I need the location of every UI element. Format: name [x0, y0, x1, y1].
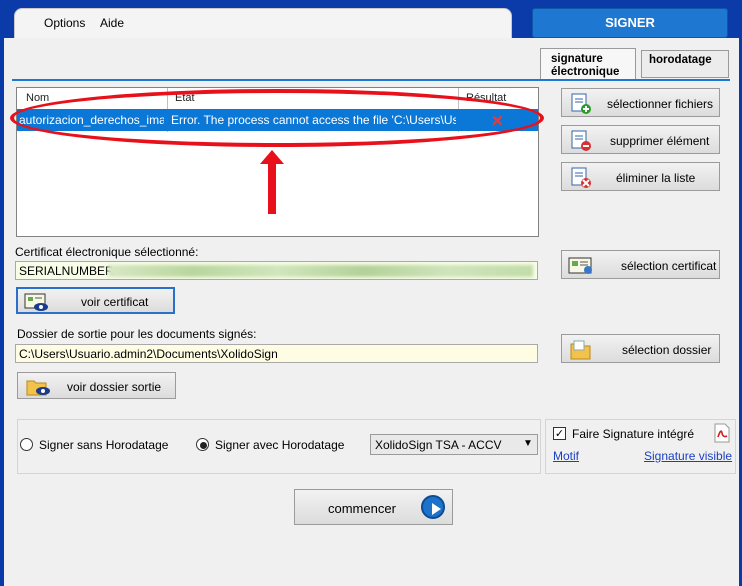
view-certificate-label: voir certificat: [81, 295, 149, 309]
clear-list-label: éliminer la liste: [616, 171, 696, 185]
view-output-folder-label: voir dossier sortie: [67, 380, 162, 394]
certificate-value: SERIALNUMBER=: [19, 264, 121, 278]
pdf-icon: [714, 423, 730, 443]
tab-signature-line1: signature: [551, 53, 603, 65]
delete-item-label: supprimer élément: [610, 134, 710, 148]
menu-options[interactable]: Options: [44, 16, 85, 30]
tab-signer[interactable]: SIGNER: [532, 8, 728, 38]
motif-link[interactable]: Motif: [553, 449, 579, 463]
with-timestamp-label[interactable]: Signer avec Horodatage: [215, 438, 344, 452]
select-folder-button[interactable]: sélection dossier: [561, 334, 720, 363]
radio-selected-dot: [200, 442, 207, 449]
tab-signature-line2: électronique: [551, 66, 620, 78]
column-header-nom[interactable]: Nom: [26, 92, 49, 104]
select-certificate-button[interactable]: sélection certificat: [561, 250, 720, 279]
no-timestamp-label[interactable]: Signer sans Horodatage: [39, 438, 168, 452]
output-folder-label: Dossier de sortie pour les documents sig…: [17, 327, 257, 341]
select-files-label: sélectionner fichiers: [607, 97, 714, 111]
select-certificate-label: sélection certificat: [621, 259, 717, 273]
certificate-icon: [568, 257, 592, 274]
add-file-icon: [571, 93, 591, 114]
start-button-label: commencer: [328, 501, 396, 516]
play-icon: [421, 495, 445, 519]
signature-visible-link[interactable]: Signature visible: [644, 449, 732, 463]
embedded-signature-label[interactable]: Faire Signature intégré: [572, 427, 694, 441]
clear-list-button[interactable]: éliminer la liste: [561, 162, 720, 191]
clear-list-icon: [571, 167, 591, 188]
view-output-folder-button[interactable]: voir dossier sortie: [17, 372, 176, 399]
start-button[interactable]: commencer: [294, 489, 453, 525]
tab-underline: [12, 79, 730, 81]
redacted-blur: [108, 265, 533, 277]
view-certificate-icon: [24, 293, 48, 311]
chevron-down-icon: ▼: [523, 438, 533, 449]
view-certificate-button[interactable]: voir certificat: [16, 287, 175, 314]
folder-icon: [570, 340, 591, 360]
select-folder-label: sélection dossier: [622, 343, 712, 357]
embedded-signature-checkbox[interactable]: ✓: [553, 427, 566, 440]
tab-horodatage[interactable]: horodatage: [641, 50, 729, 78]
radio-with-timestamp[interactable]: [196, 438, 209, 451]
output-folder-field[interactable]: C:\Users\Usuario.admin2\Documents\Xolido…: [15, 344, 538, 363]
select-files-button[interactable]: sélectionner fichiers: [561, 88, 720, 117]
remove-file-icon: [571, 130, 591, 151]
tsa-selected-value: XolidoSign TSA - ACCV: [375, 438, 502, 452]
menu-bar: [14, 8, 512, 40]
menu-aide[interactable]: Aide: [100, 16, 124, 30]
annotation-arrow-icon: [260, 150, 284, 214]
certificate-field: SERIALNUMBER=: [15, 261, 538, 280]
delete-item-button[interactable]: supprimer élément: [561, 125, 720, 154]
annotation-ellipse: [10, 89, 544, 147]
view-folder-icon: [26, 380, 50, 396]
certificate-label: Certificat électronique sélectionné:: [15, 245, 199, 259]
tsa-select[interactable]: XolidoSign TSA - ACCV ▼: [370, 434, 538, 455]
radio-no-timestamp[interactable]: [20, 438, 33, 451]
tab-signature-electronique[interactable]: signature électronique: [540, 48, 636, 80]
